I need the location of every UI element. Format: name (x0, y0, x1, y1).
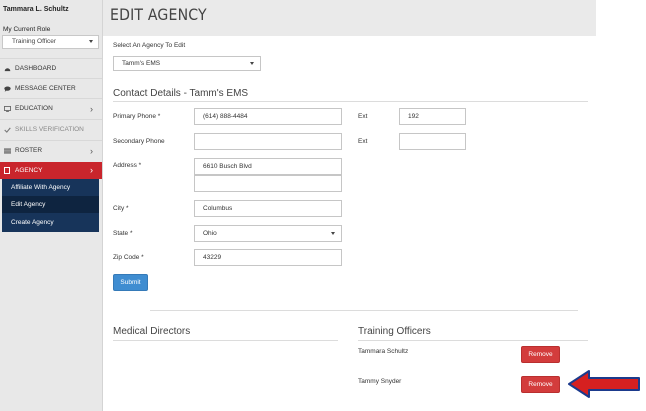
city-label: City * (113, 205, 129, 212)
state-select[interactable]: Ohio (194, 225, 342, 242)
training-officer-name: Tammy Snyder (358, 378, 402, 385)
subnav-edit-agency[interactable]: Edit Agency (2, 196, 99, 213)
page-header: EDIT AGENCY (103, 0, 596, 36)
nav-item-label: MESSAGE CENTER (15, 85, 76, 92)
secondary-ext-input[interactable] (399, 133, 466, 150)
nav-item-dashboard[interactable]: DASHBOARD (0, 58, 102, 78)
message-icon (4, 86, 11, 92)
zip-input[interactable]: 43229 (194, 249, 342, 266)
secondary-ext-label: Ext (358, 138, 368, 145)
chevron-down-icon (331, 232, 335, 235)
role-select[interactable]: Training Officer (2, 35, 99, 49)
nav-item-message-center[interactable]: MESSAGE CENTER (0, 78, 102, 98)
address-label: Address * (113, 162, 142, 169)
building-icon (4, 167, 10, 174)
secondary-phone-label: Secondary Phone (113, 138, 165, 145)
nav-item-agency[interactable]: AGENCY › (0, 162, 102, 179)
role-select-value: Training Officer (12, 38, 57, 45)
primary-phone-label: Primary Phone * (113, 113, 161, 120)
subnav-create-agency[interactable]: Create Agency (2, 214, 99, 231)
dashboard-icon (4, 68, 11, 72)
training-officers-divider (358, 340, 588, 341)
zip-label: Zip Code * (113, 254, 144, 261)
remove-tammara-schultz-button[interactable]: Remove (521, 346, 560, 363)
agency-select-value: Tamm's EMS (122, 60, 161, 67)
nav-item-roster[interactable]: ROSTER › (0, 140, 102, 160)
city-input[interactable]: Columbus (194, 200, 342, 217)
training-officer-name: Tammara Schultz (358, 348, 409, 355)
address-line1-input[interactable]: 6610 Busch Blvd (194, 158, 342, 175)
chevron-right-icon: › (90, 104, 93, 114)
nav-item-label: AGENCY (15, 167, 43, 174)
state-select-value: Ohio (203, 230, 217, 237)
nav-item-education[interactable]: EDUCATION › (0, 98, 102, 118)
sidebar: Tammara L. Schultz My Current Role Train… (0, 0, 103, 411)
chevron-right-icon: › (90, 165, 93, 175)
user-name: Tammara L. Schultz (3, 6, 69, 13)
list-icon (4, 148, 11, 154)
check-icon (4, 127, 11, 133)
address-line2-input[interactable] (194, 175, 342, 192)
section-divider (150, 310, 578, 311)
nav-item-label: DASHBOARD (15, 65, 57, 72)
subnav-affiliate-with-agency[interactable]: Affiliate With Agency (2, 179, 99, 196)
nav-item-label: SKILLS VERIFICATION (15, 126, 84, 133)
arrow-left-icon (568, 370, 640, 398)
contact-details-title: Contact Details - Tamm's EMS (113, 88, 249, 99)
medical-directors-divider (113, 340, 338, 341)
agency-subnav: Affiliate With Agency Edit Agency Create… (2, 179, 99, 232)
primary-phone-input[interactable]: (614) 888-4484 (194, 108, 342, 125)
training-officers-title: Training Officers (358, 326, 431, 337)
medical-directors-title: Medical Directors (113, 326, 191, 337)
chevron-right-icon: › (90, 146, 93, 156)
chevron-down-icon (89, 40, 93, 43)
submit-button[interactable]: Submit (113, 274, 148, 291)
secondary-phone-input[interactable] (194, 133, 342, 150)
agency-select[interactable]: Tamm's EMS (113, 56, 261, 71)
nav-item-label: EDUCATION (15, 105, 53, 112)
contact-divider (113, 101, 588, 102)
nav-item-label: ROSTER (15, 147, 43, 154)
page-title: EDIT AGENCY (110, 5, 207, 24)
chevron-down-icon (250, 62, 254, 65)
monitor-icon (4, 106, 11, 112)
ext-input[interactable]: 192 (399, 108, 466, 125)
ext-label: Ext (358, 113, 368, 120)
state-label: State * (113, 230, 133, 237)
role-label: My Current Role (3, 26, 51, 33)
nav-item-skills-verification[interactable]: SKILLS VERIFICATION (0, 119, 102, 139)
agency-select-label: Select An Agency To Edit (113, 42, 186, 49)
remove-tammy-snyder-button[interactable]: Remove (521, 376, 560, 393)
